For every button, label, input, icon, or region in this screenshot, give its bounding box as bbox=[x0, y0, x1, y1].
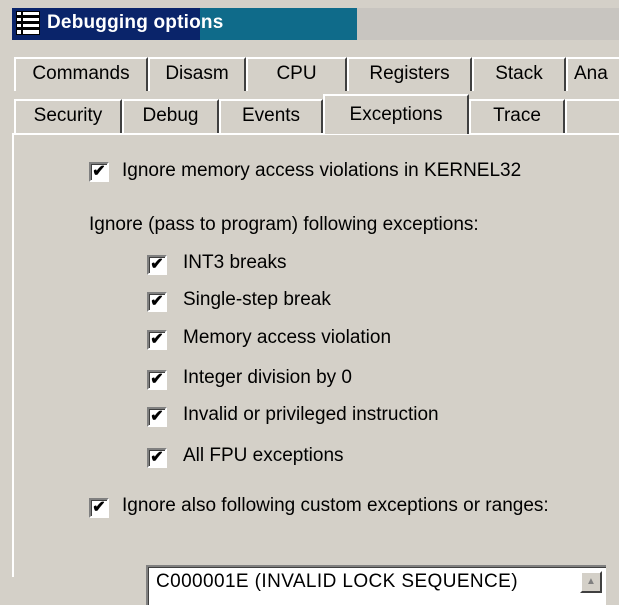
integer-division-checkbox[interactable]: ✔ bbox=[147, 370, 167, 390]
tab-debug[interactable]: Debug bbox=[122, 99, 219, 133]
custom-exceptions-list[interactable]: C000001E (INVALID LOCK SEQUENCE) ▲ bbox=[146, 565, 606, 605]
tab-trace[interactable]: Trace bbox=[469, 99, 565, 133]
int3-label[interactable]: INT3 breaks bbox=[183, 252, 286, 274]
single-step-checkbox[interactable]: ✔ bbox=[147, 292, 167, 312]
invalid-instruction-checkbox[interactable]: ✔ bbox=[147, 407, 167, 427]
fpu-exceptions-label[interactable]: All FPU exceptions bbox=[183, 445, 344, 467]
tab-exceptions[interactable]: Exceptions bbox=[323, 94, 469, 134]
fpu-exceptions-checkbox[interactable]: ✔ bbox=[147, 448, 167, 468]
scroll-up-button[interactable]: ▲ bbox=[580, 571, 602, 593]
memory-access-checkbox[interactable]: ✔ bbox=[147, 330, 167, 350]
tab-registers[interactable]: Registers bbox=[347, 57, 472, 91]
tab-row-2: Security Debug Events Exceptions Trace bbox=[12, 94, 619, 134]
memory-access-label[interactable]: Memory access violation bbox=[183, 327, 391, 349]
kernel32-label[interactable]: Ignore memory access violations in KERNE… bbox=[122, 160, 521, 182]
integer-division-label[interactable]: Integer division by 0 bbox=[183, 367, 352, 389]
int3-checkbox[interactable]: ✔ bbox=[147, 255, 167, 275]
custom-exceptions-checkbox[interactable]: ✔ bbox=[89, 498, 109, 518]
list-item[interactable]: C000001E (INVALID LOCK SEQUENCE) bbox=[156, 571, 518, 593]
exceptions-group-label: Ignore (pass to program) following excep… bbox=[89, 214, 479, 235]
tab-events[interactable]: Events bbox=[219, 99, 323, 133]
tab-more[interactable] bbox=[565, 99, 619, 133]
tab-row-1: Commands Disasm CPU Registers Stack Ana bbox=[12, 57, 619, 91]
window-title: Debugging options bbox=[47, 12, 224, 33]
tab-cpu[interactable]: CPU bbox=[246, 57, 347, 91]
tab-security[interactable]: Security bbox=[14, 99, 122, 133]
arrow-up-icon: ▲ bbox=[586, 576, 596, 587]
kernel32-checkbox[interactable]: ✔ bbox=[89, 162, 109, 182]
tab-commands[interactable]: Commands bbox=[14, 57, 148, 91]
single-step-label[interactable]: Single-step break bbox=[183, 289, 331, 311]
invalid-instruction-label[interactable]: Invalid or privileged instruction bbox=[183, 404, 439, 426]
window-menu-icon[interactable] bbox=[16, 11, 40, 35]
tab-disasm[interactable]: Disasm bbox=[148, 57, 246, 91]
custom-exceptions-label[interactable]: Ignore also following custom exceptions … bbox=[122, 495, 549, 517]
tab-stack[interactable]: Stack bbox=[472, 57, 566, 91]
title-bar[interactable]: Debugging options bbox=[0, 0, 619, 40]
tab-analysis[interactable]: Ana bbox=[566, 57, 619, 91]
